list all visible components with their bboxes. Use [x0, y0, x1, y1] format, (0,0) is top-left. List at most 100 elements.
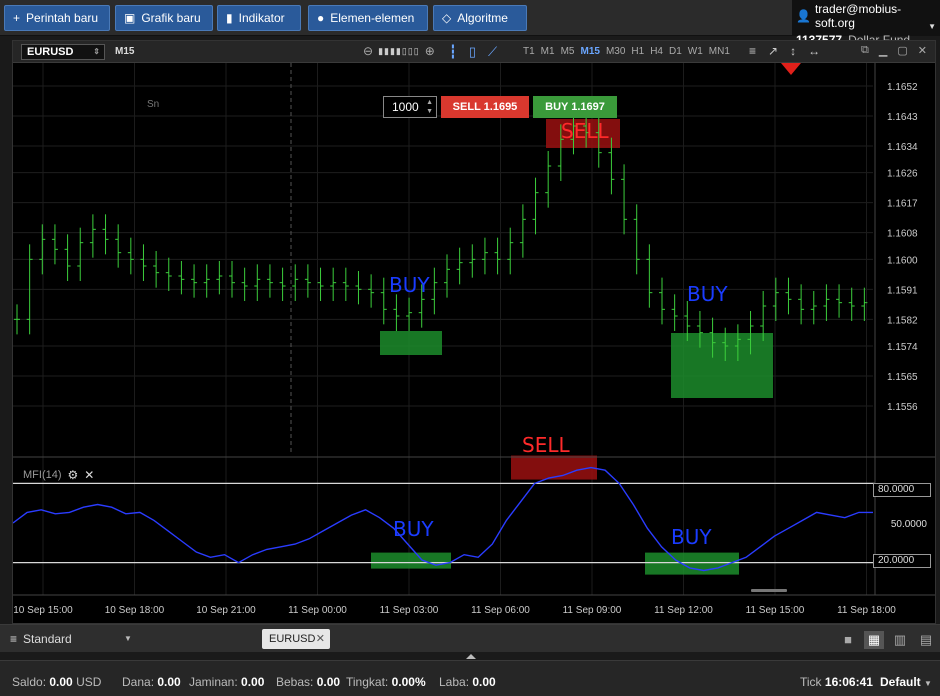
- chart-window: EURUSD ⇕ M15 ⊖ ▮▮▮▮▯▯▯ ⊕ ┇ ▯ ⟋ T1 M1 M5 M15…: [12, 40, 936, 624]
- elements-label: Elemen-elemen: [330, 11, 415, 25]
- timeframe-m1[interactable]: M1: [541, 46, 555, 57]
- balance-status: Saldo: 0.00 USD: [12, 675, 101, 689]
- zoom-control: ⊖ ▮▮▮▮▯▯▯ ⊕: [363, 44, 435, 58]
- indicator-button[interactable]: ▮ Indikator: [217, 5, 301, 31]
- timeframe-h1[interactable]: H1: [631, 46, 644, 57]
- timeframe-m5[interactable]: M5: [561, 46, 575, 57]
- status-bar: Saldo: 0.00 USD Dana: 0.00 Jaminan: 0.00…: [0, 660, 940, 696]
- price-tick-label: 1.1556: [887, 402, 918, 413]
- timeframe-d1[interactable]: D1: [669, 46, 682, 57]
- time-tick-label: 11 Sep 12:00: [654, 605, 713, 616]
- timeframe-m30[interactable]: M30: [606, 46, 625, 57]
- scroll-thumb: [751, 589, 787, 592]
- single-view-icon[interactable]: ■: [838, 631, 858, 649]
- bar-type-icon[interactable]: ┇: [449, 44, 457, 60]
- time-tick-label: 11 Sep 03:00: [380, 605, 439, 616]
- main-toolbar: + Perintah baru ▣ Grafik baru ▮ Indikato…: [0, 0, 940, 47]
- grid-view-icon[interactable]: ▦: [864, 631, 884, 649]
- candle-type-icon[interactable]: ▯: [469, 44, 476, 60]
- diamond-icon: ◇: [442, 11, 452, 25]
- quantity-input[interactable]: 1000 ▲ ▼: [383, 96, 437, 118]
- window-controls: ⧉ ▁ ▢ ✕: [861, 44, 927, 57]
- timeframe-buttons: T1 M1 M5 M15 M30 H1 H4 D1 W1 MN1: [523, 46, 730, 57]
- sell-annotation-price: SELL: [561, 119, 609, 143]
- gear-icon[interactable]: ⚙: [68, 468, 79, 482]
- bar-chart-icon: ▮: [226, 11, 233, 25]
- balance-label: Saldo:: [12, 675, 47, 689]
- maximize-icon[interactable]: ▢: [897, 44, 907, 57]
- timeframe-mn1[interactable]: MN1: [709, 46, 730, 57]
- fibonacci-icon[interactable]: ≡: [749, 44, 756, 58]
- time-tick-label: 11 Sep 00:00: [288, 605, 347, 616]
- elements-button[interactable]: ● Elemen-elemen: [308, 5, 428, 31]
- balance-value: 0.00: [49, 675, 73, 689]
- current-price-marker: [781, 63, 801, 75]
- zoom-out-icon[interactable]: ⊖: [363, 44, 373, 58]
- popout-icon[interactable]: ⧉: [861, 44, 869, 57]
- draw-tools: ≡ ↗ ↕ ↔: [749, 44, 820, 58]
- vertical-line-icon[interactable]: ↕: [790, 44, 796, 58]
- quantity-value: 1000: [392, 100, 419, 114]
- workspace-tabs-bar: ≡ Standard ▼ EURUSD ✕ ■ ▦ ▥ ▤: [0, 624, 940, 652]
- time-tick-label: 10 Sep 21:00: [196, 605, 256, 616]
- new-order-button[interactable]: + Perintah baru: [4, 5, 110, 31]
- close-tab-icon[interactable]: ✕: [316, 629, 325, 649]
- minimize-icon[interactable]: ▁: [879, 44, 887, 57]
- tab-label: EURUSD: [269, 633, 316, 645]
- close-icon[interactable]: ✕: [918, 44, 927, 57]
- chart-plot-area[interactable]: 1.1652 1.1643 1.1634 1.1626 1.1617 1.1608 1.16…: [13, 63, 935, 623]
- close-icon[interactable]: ✕: [84, 468, 94, 482]
- tab-eurusd[interactable]: EURUSD ✕: [262, 629, 330, 649]
- timeframe-t1[interactable]: T1: [523, 46, 535, 57]
- buy-price: 1.1697: [571, 101, 605, 113]
- funds-status: Dana: 0.00: [122, 675, 181, 689]
- sell-price: 1.1695: [483, 101, 518, 113]
- zoom-in-icon[interactable]: ⊕: [425, 44, 435, 58]
- price-tick-label: 1.1582: [887, 315, 918, 326]
- symbol-value: EURUSD: [27, 46, 74, 58]
- account-panel[interactable]: 👤 trader@mobius-soft.org 1137577 Dollar …: [792, 0, 940, 47]
- price-tick-label: 1.1591: [887, 285, 918, 296]
- layout-select[interactable]: ≡ Standard ▼: [10, 632, 132, 646]
- buy-label: BUY: [545, 101, 569, 113]
- layout-value: Standard: [23, 632, 72, 646]
- profit-label: Laba:: [439, 675, 470, 689]
- profile-value: Default: [880, 675, 921, 689]
- profile-select[interactable]: Default ▼: [880, 675, 932, 689]
- trendline-icon[interactable]: ↗: [768, 44, 778, 58]
- price-tick-label: 1.1643: [887, 112, 918, 123]
- menu-icon: ≡: [10, 632, 18, 646]
- timeframe-w1[interactable]: W1: [688, 46, 703, 57]
- level-80-badge: 80.0000: [873, 483, 931, 497]
- rows-view-icon[interactable]: ▤: [916, 631, 936, 649]
- horizontal-line-icon[interactable]: ↔: [808, 44, 820, 58]
- mfi-name: MFI(14): [23, 469, 62, 481]
- algorithm-button[interactable]: ◇ Algoritme: [433, 5, 527, 31]
- time-tick-label: 10 Sep 15:00: [13, 605, 73, 616]
- columns-view-icon[interactable]: ▥: [890, 631, 910, 649]
- sell-label: SELL: [452, 101, 481, 113]
- chevron-down-icon: ▼: [124, 634, 132, 643]
- line-type-icon[interactable]: ⟋: [488, 44, 497, 60]
- sell-button[interactable]: SELL 1.1695: [441, 96, 529, 118]
- new-order-label: Perintah baru: [26, 11, 99, 25]
- new-chart-button[interactable]: ▣ Grafik baru: [115, 5, 213, 31]
- collapse-panel-icon[interactable]: [466, 654, 476, 659]
- balance-currency: USD: [76, 675, 102, 689]
- buy-button[interactable]: BUY 1.1697: [533, 96, 617, 118]
- price-tick-label: 1.1617: [887, 199, 918, 210]
- indicator-label: Indikator: [238, 11, 285, 25]
- symbol-select[interactable]: EURUSD ⇕: [21, 44, 105, 60]
- zoom-slider[interactable]: ▮▮▮▮▯▯▯: [378, 46, 420, 57]
- server-time: 16:06:41: [824, 675, 873, 689]
- level-label: Tingkat:: [346, 675, 389, 689]
- account-user: trader@mobius-soft.org: [814, 2, 902, 30]
- funds-value: 0.00: [157, 675, 181, 689]
- buy-annotation-mfi-2: BUY: [671, 525, 712, 549]
- spinner-icon: ▲ ▼: [426, 99, 433, 115]
- price-tick-label: 1.1574: [887, 342, 918, 353]
- timeframe-h4[interactable]: H4: [650, 46, 663, 57]
- chart-type-group: ┇ ▯ ⟋: [449, 44, 497, 60]
- buy-zone-price-1: [380, 331, 442, 355]
- timeframe-m15[interactable]: M15: [580, 46, 599, 57]
